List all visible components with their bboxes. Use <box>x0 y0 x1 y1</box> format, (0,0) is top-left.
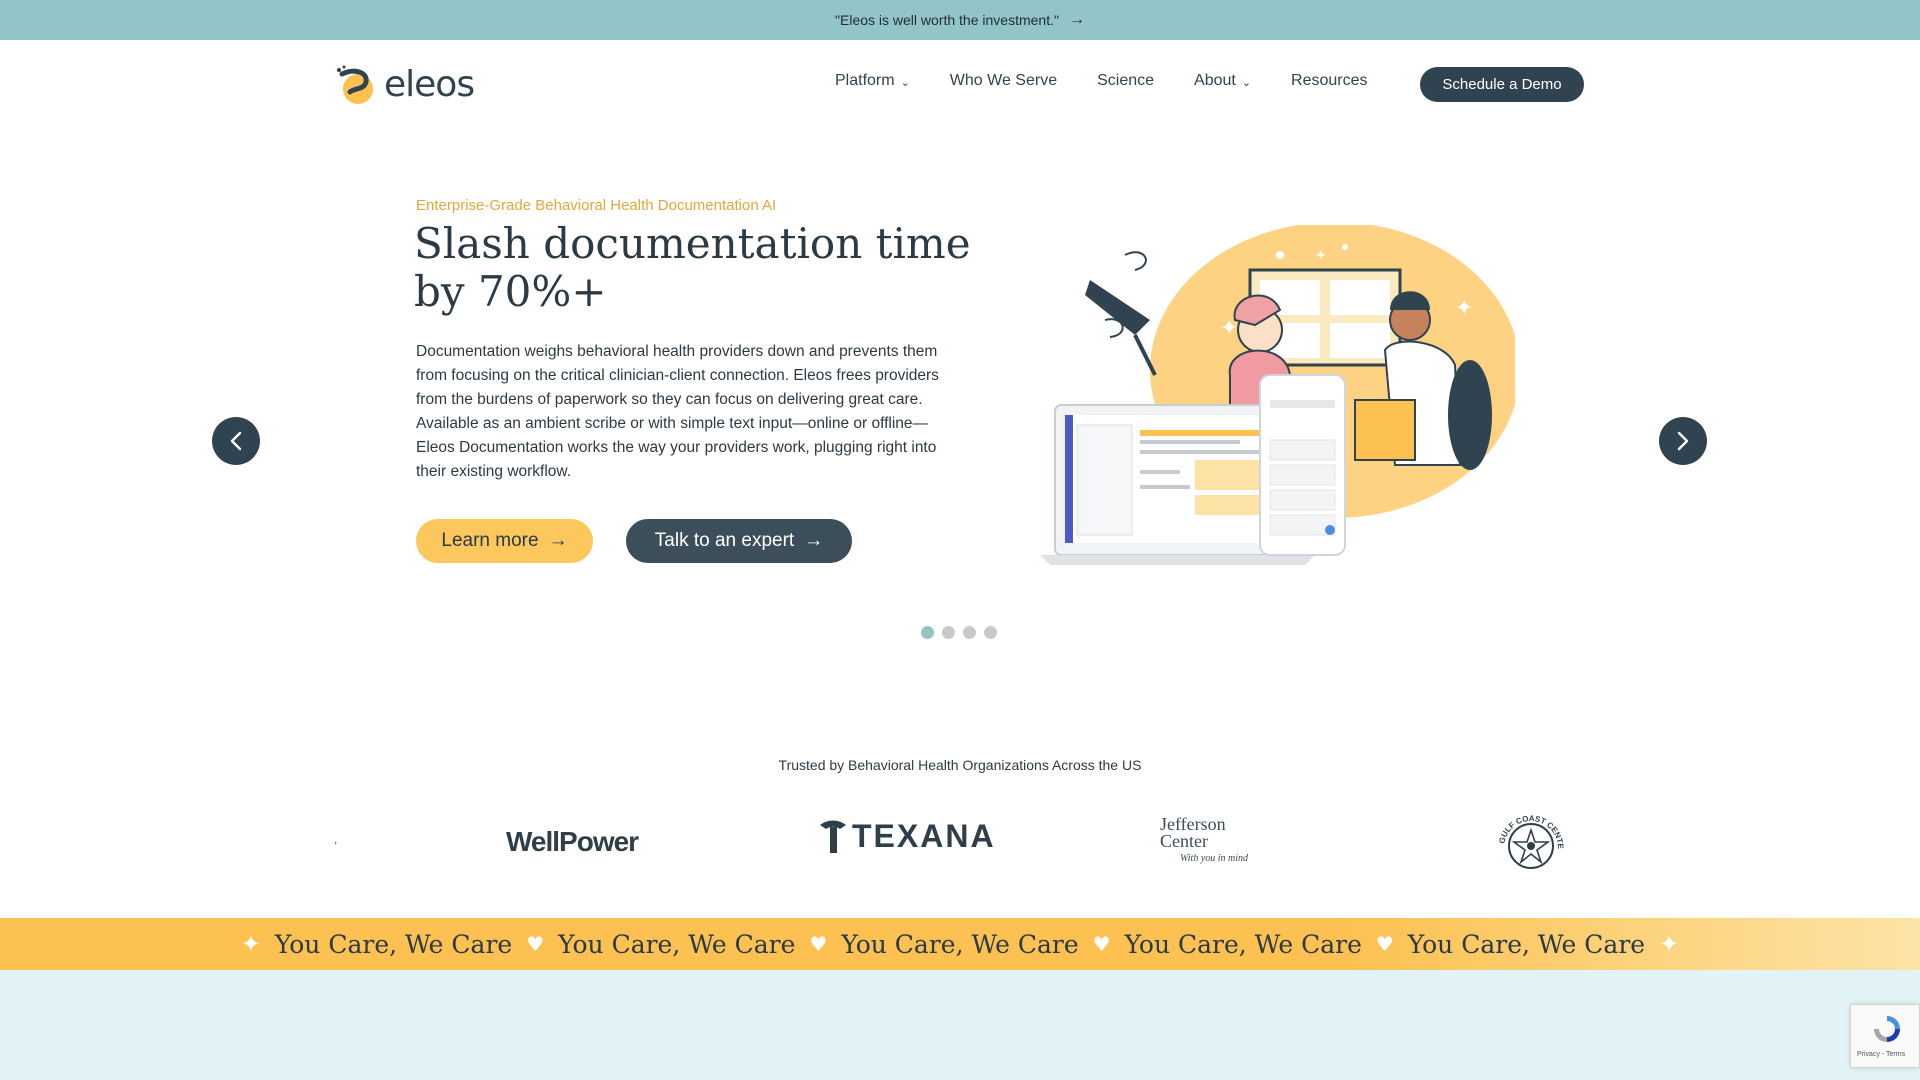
heart-icon: ♥ <box>1375 932 1394 956</box>
hero-eyebrow: Enterprise-Grade Behavioral Health Docum… <box>416 197 777 214</box>
nav-about[interactable]: About ⌄ <box>1194 72 1251 90</box>
nav-platform[interactable]: Platform ⌄ <box>835 72 910 90</box>
carousel-dots <box>921 626 997 639</box>
chevron-down-icon: ⌄ <box>900 76 910 89</box>
hero-illustration: ✦ ✦ ✦ <box>1040 225 1515 565</box>
gulf-coast-center-logo: GULF COAST CENTER <box>1494 810 1568 874</box>
chevron-left-icon <box>230 431 242 451</box>
marquee-phrase: You Care, We Care <box>274 929 513 959</box>
marquee-phrase: You Care, We Care <box>1124 929 1362 959</box>
site-header: eleos Platform ⌄ Who We Serve Science Ab… <box>0 40 1920 128</box>
svg-text:✦: ✦ <box>1455 295 1473 320</box>
nav-label: About <box>1194 72 1236 89</box>
carousel-dot-1[interactable] <box>921 626 934 639</box>
nav-label: Who We Serve <box>949 72 1058 89</box>
heart-icon: ♥ <box>1092 932 1111 956</box>
chevron-down-icon: ⌄ <box>1241 76 1252 89</box>
gulf-coast-center-emblem: GULF COAST CENTER <box>1494 810 1565 869</box>
wellpower-logo: WellPower <box>506 826 639 858</box>
carousel-dot-4[interactable] <box>984 626 997 639</box>
marquee-phrase: You Care, We Care <box>558 929 796 959</box>
button-label: Learn more <box>441 530 539 551</box>
talk-to-expert-button[interactable]: Talk to an expert → <box>626 519 852 563</box>
arrow-right-icon: → <box>548 530 568 551</box>
chevron-right-icon <box>1677 431 1689 451</box>
announcement-bar[interactable]: "Eleos is well worth the investment." → <box>0 0 1920 40</box>
next-section-band <box>0 970 1920 1080</box>
texana-mark-icon <box>820 820 846 853</box>
nav-label: Platform <box>835 72 895 89</box>
schedule-demo-button[interactable]: Schedule a Demo <box>1420 67 1584 102</box>
sparkle-icon: ✦ <box>240 930 261 958</box>
arrow-right-icon: → <box>1068 11 1085 28</box>
nav-who-we-serve[interactable]: Who We Serve <box>950 72 1057 90</box>
heart-icon: ♥ <box>809 932 828 956</box>
partner-logos: WellPower TEXANA Jefferson Center With y… <box>0 810 1920 870</box>
nav-label: Science <box>1097 72 1155 89</box>
learn-more-button[interactable]: Learn more → <box>416 519 593 563</box>
wellpower-logo-text: WellPower <box>506 826 639 857</box>
carousel-prev-button[interactable] <box>212 417 260 465</box>
nav-label: Resources <box>1291 72 1368 89</box>
texana-logo-text: TEXANA <box>852 818 996 854</box>
jefferson-center-logo: Jefferson Center With you in mind <box>1160 815 1249 867</box>
jefferson-line-2: Center <box>1160 831 1208 851</box>
recaptcha-icon <box>1874 1016 1900 1042</box>
svg-text:✦: ✦ <box>1315 247 1327 263</box>
marquee-phrase: You Care, We Care <box>1407 929 1646 959</box>
hero-body: Documentation weighs behavioral health p… <box>416 343 939 480</box>
main-nav: Platform ⌄ Who We Serve Science About ⌄ … <box>835 72 1368 90</box>
heart-icon: ♥ <box>526 932 545 956</box>
sparkle-icon: ✦ <box>1659 930 1680 958</box>
trusted-heading: Trusted by Behavioral Health Organizatio… <box>778 757 1142 773</box>
carousel-dot-3[interactable] <box>963 626 976 639</box>
button-label: Talk to an expert <box>654 530 795 551</box>
you-care-marquee: ✦ You Care, We Care ♥ You Care, We Care … <box>0 918 1920 970</box>
arrow-right-icon: → <box>804 530 824 551</box>
nav-science[interactable]: Science <box>1097 72 1154 90</box>
eleos-logo-icon <box>337 65 373 104</box>
hero-headline: Slash documentation time by 70%+ <box>414 219 971 316</box>
recaptcha-links[interactable]: Privacy - Terms <box>1857 1051 1905 1058</box>
eleos-logo[interactable]: eleos <box>334 62 475 106</box>
announcement-text[interactable]: "Eleos is well worth the investment." <box>835 12 1059 28</box>
carousel-dot-2[interactable] <box>942 626 955 639</box>
jefferson-tagline: With you in mind <box>1180 853 1249 864</box>
nav-resources[interactable]: Resources <box>1291 72 1367 90</box>
carousel-next-button[interactable] <box>1659 417 1707 465</box>
texana-logo: TEXANA <box>818 818 996 855</box>
marquee-phrase: You Care, We Care <box>841 929 1079 959</box>
logo-text: eleos <box>384 63 475 105</box>
recaptcha-badge[interactable]: Privacy - Terms <box>1850 1004 1920 1068</box>
